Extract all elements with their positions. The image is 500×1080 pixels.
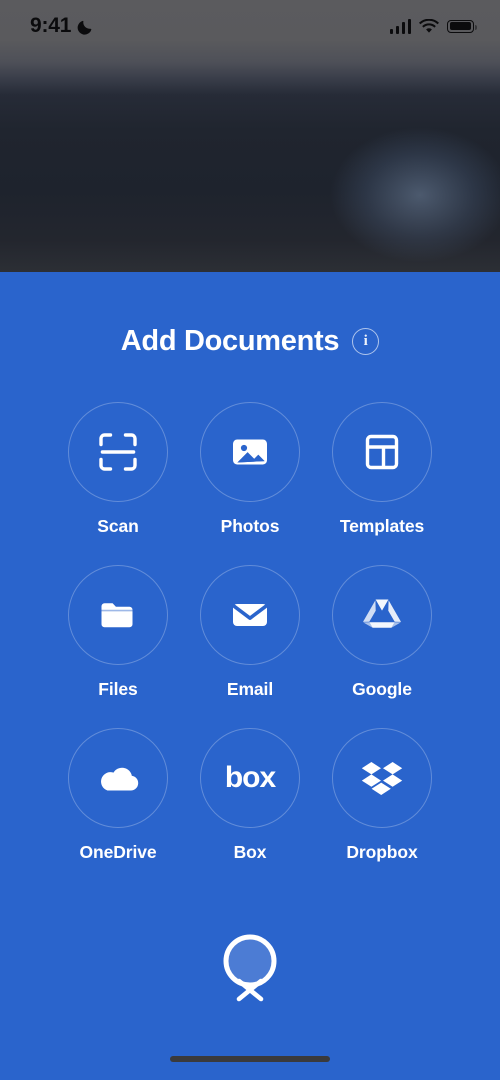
option-scan-circle[interactable] [68,402,168,502]
option-templates-label: Templates [339,516,425,536]
home-indicator-bar[interactable] [170,1056,330,1062]
option-box-circle[interactable]: box [200,728,300,828]
box-logo-icon: box [225,761,278,794]
option-scan[interactable]: Scan [52,402,184,537]
option-dropbox-label: Dropbox [346,842,418,862]
templates-layout-icon [365,434,399,470]
onedrive-cloud-icon [101,767,139,791]
option-google[interactable]: Google [316,565,448,700]
cellular-signal-icon [389,18,411,34]
option-onedrive[interactable]: OneDrive [52,728,184,863]
option-email-circle[interactable] [200,565,300,665]
crescent-moon-icon [77,20,92,35]
option-templates-circle[interactable] [332,402,432,502]
close-circle-x-icon [223,934,277,1002]
option-photos-circle[interactable] [200,402,300,502]
add-documents-sheet: Add Documents i Scan Photos Templates Fi… [0,272,500,1080]
option-dropbox-circle[interactable] [332,728,432,828]
info-icon-letter: i [363,333,368,349]
close-button[interactable] [0,927,500,1015]
option-email[interactable]: Email [184,565,316,700]
option-files-label: Files [98,679,138,699]
phone-screen: 9:41 Add Documents i Scan Photos Templat… [0,0,500,1080]
svg-text:box: box [225,761,277,794]
option-box[interactable]: box Box [184,728,316,863]
status-bar-right [389,18,477,34]
option-templates[interactable]: Templates [316,402,448,537]
option-files[interactable]: Files [52,565,184,700]
option-scan-label: Scan [97,516,139,536]
clock: 9:41 [30,14,72,37]
option-photos-label: Photos [220,516,280,536]
option-box-label: Box [233,842,267,862]
page-title: Add Documents [120,325,340,357]
option-onedrive-label: OneDrive [79,842,157,862]
status-bar: 9:41 [0,0,500,52]
sheet-header: Add Documents i [0,325,500,358]
battery-full-icon [447,19,477,33]
source-options-grid: Scan Photos Templates Files Email Google… [0,402,500,863]
status-bar-left: 9:41 [30,14,94,38]
google-drive-icon [363,599,401,628]
dropbox-logo-icon [361,762,403,795]
option-google-label: Google [352,679,412,699]
option-files-circle[interactable] [68,565,168,665]
info-icon[interactable]: i [352,328,380,355]
wifi-icon [419,18,439,33]
envelope-icon [232,604,268,626]
option-email-label: Email [226,679,274,699]
option-google-circle[interactable] [332,565,432,665]
folder-icon [101,603,135,628]
scan-document-icon [99,433,137,471]
option-photos[interactable]: Photos [184,402,316,537]
photos-image-icon [233,439,267,465]
option-onedrive-circle[interactable] [68,728,168,828]
option-dropbox[interactable]: Dropbox [316,728,448,863]
